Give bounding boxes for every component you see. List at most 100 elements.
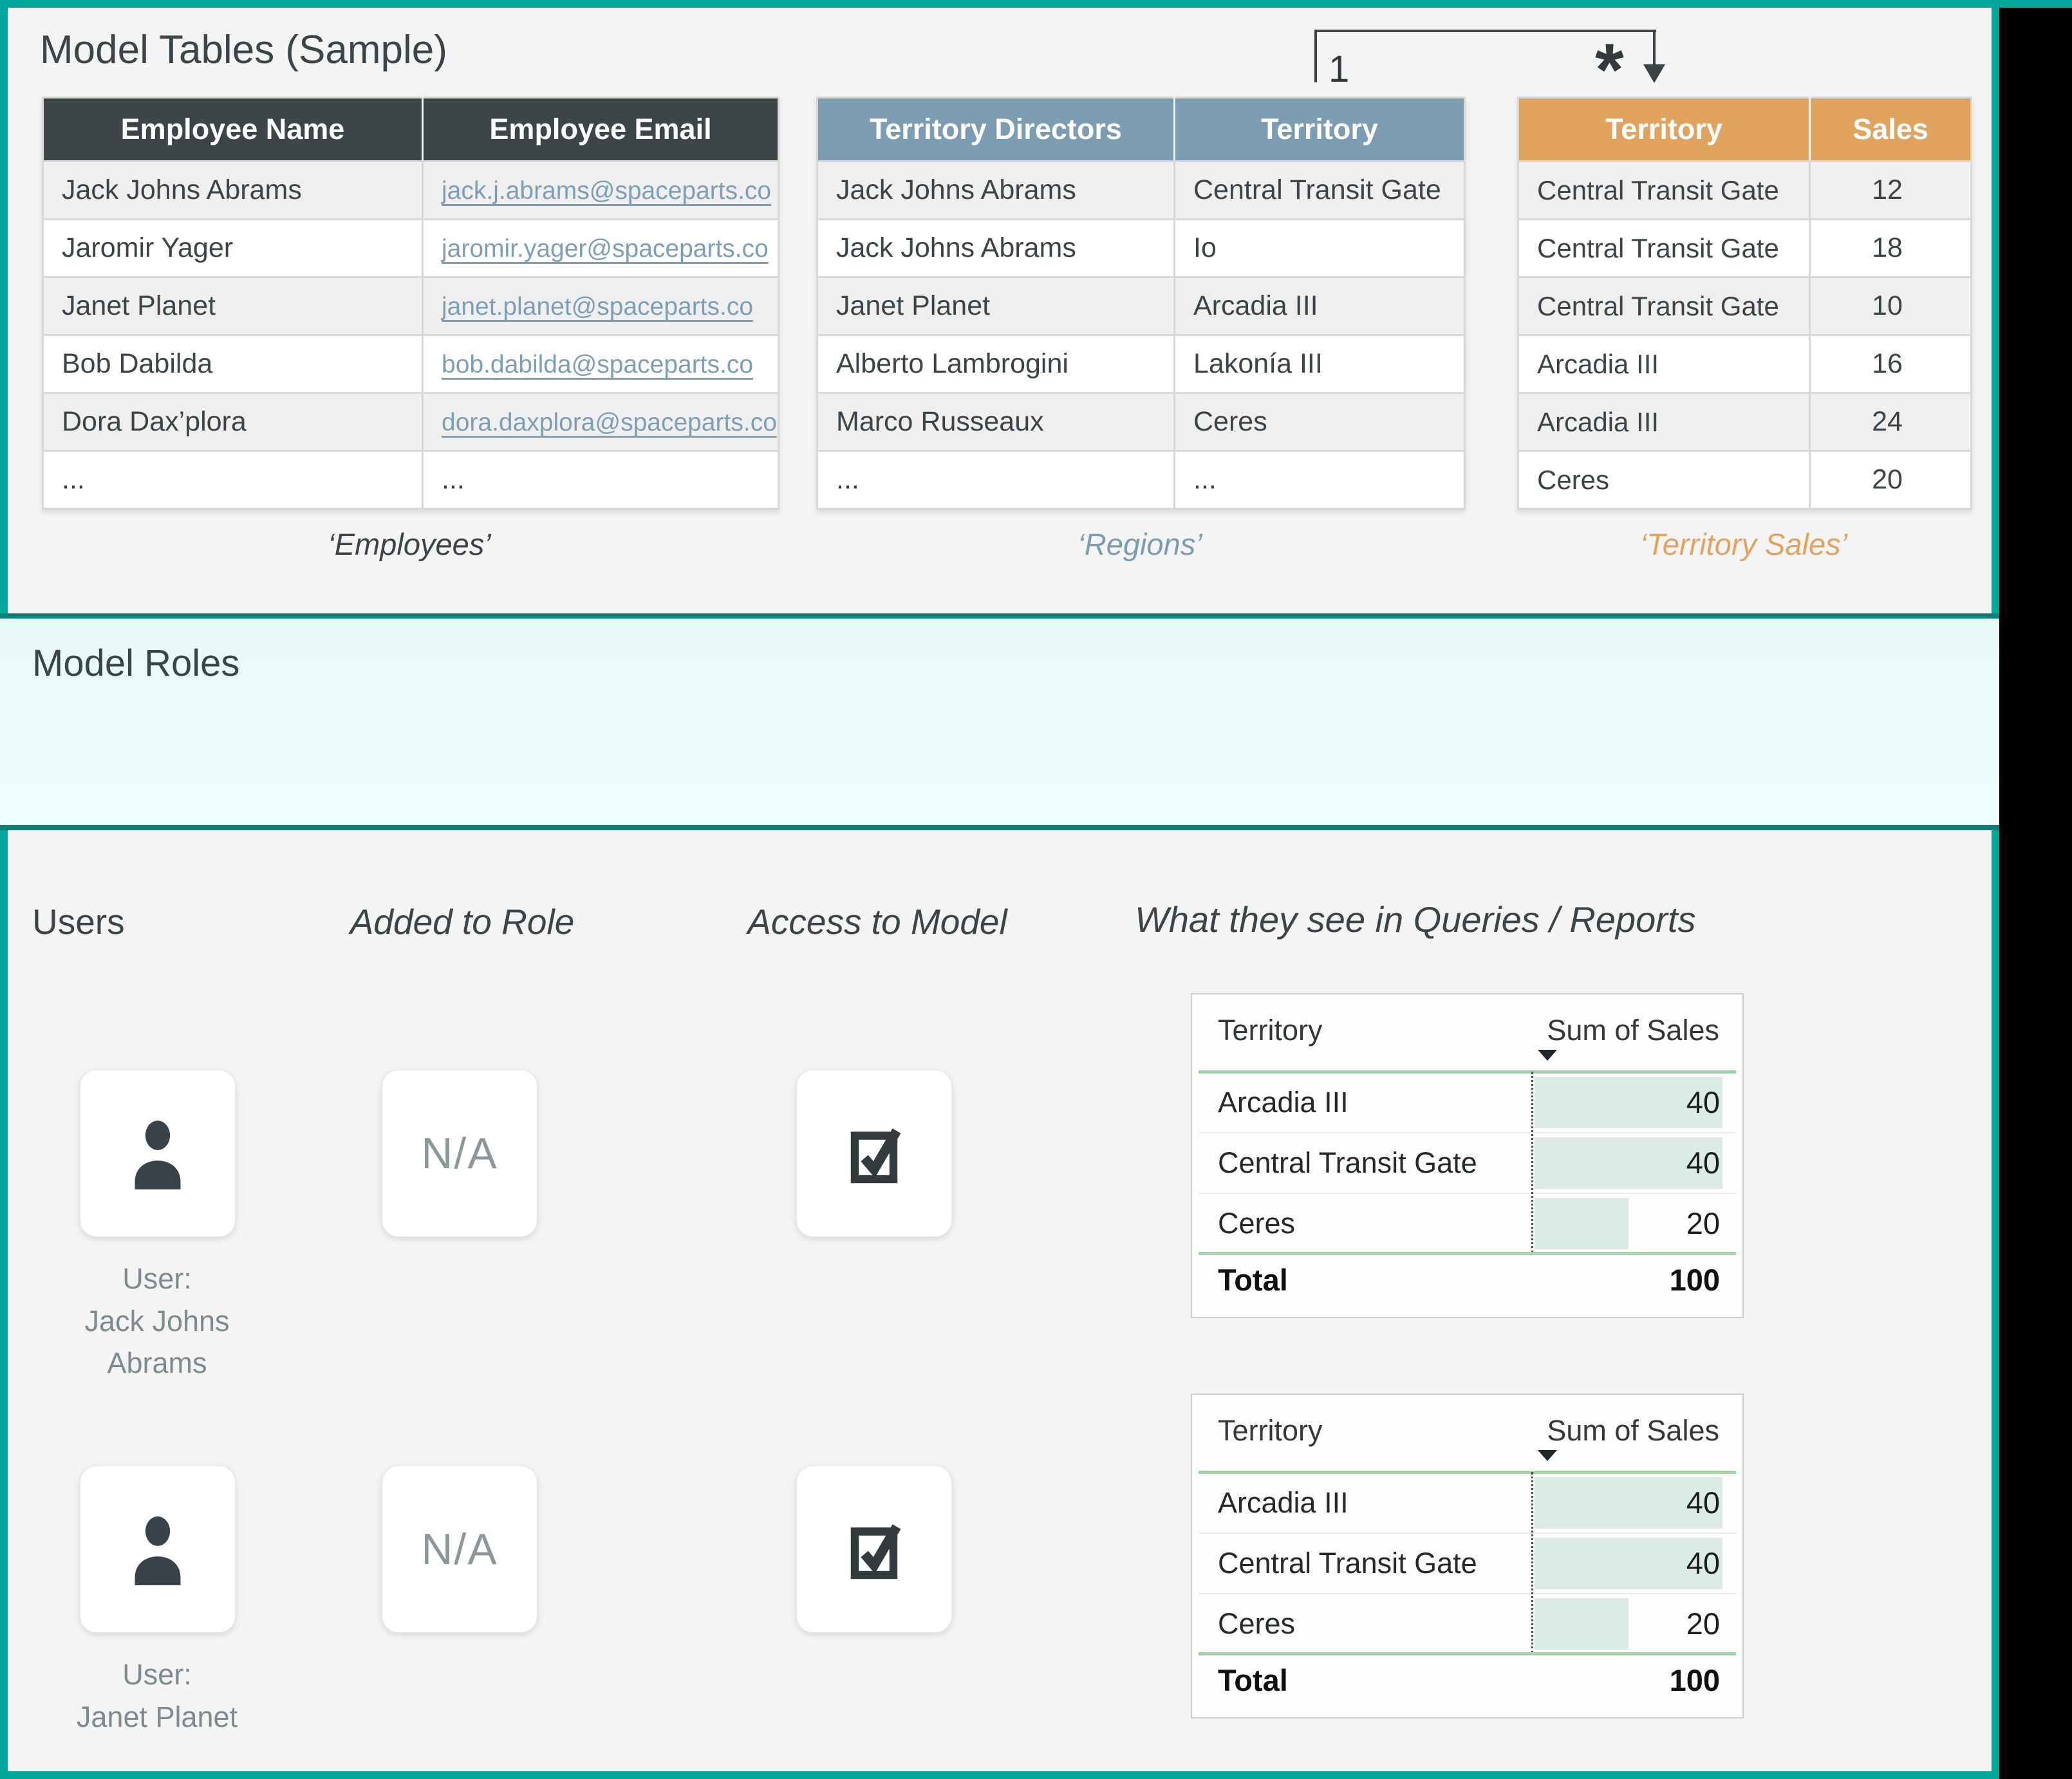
- employee-email-cell: dora.daxplora@spaceparts.co: [423, 393, 779, 451]
- email-link[interactable]: jack.j.abrams@spaceparts.co: [442, 177, 771, 205]
- email-link[interactable]: dora.daxplora@spaceparts.co: [442, 409, 777, 436]
- territory-cell: Arcadia III: [1518, 393, 1810, 451]
- report-col-sum-of-sales: Sum of Sales: [1547, 1014, 1719, 1047]
- report-territory: Central Transit Gate: [1218, 1534, 1477, 1593]
- report-total-label: Total: [1218, 1663, 1288, 1698]
- reports-column-header: What they see in Queries / Reports: [1135, 899, 1696, 940]
- report-territory: Arcadia III: [1218, 1473, 1349, 1532]
- employees-table: Employee Name Employee Email Jack Johns …: [42, 97, 779, 510]
- report-col-territory: Territory: [1218, 1014, 1323, 1047]
- access-to-model-card-janet: [796, 1466, 952, 1633]
- model-tables-title: Model Tables (Sample): [40, 27, 447, 73]
- added-to-role-card-janet: N/A: [382, 1466, 537, 1633]
- user-card-jack: [80, 1070, 236, 1237]
- relationship-line-many-end: [1653, 30, 1656, 67]
- report-col-territory: Territory: [1218, 1414, 1323, 1448]
- territory-cell: Central Transit Gate: [1175, 162, 1465, 219]
- data-bar: [1535, 1598, 1629, 1650]
- table-row: Central Transit Gate 18: [1518, 219, 1972, 277]
- territory-sales-table: Territory Sales Central Transit Gate 12 …: [1517, 97, 1972, 510]
- table-row: Alberto Lambrogini Lakonía III: [817, 335, 1465, 393]
- checked-checkbox-icon: [846, 1121, 902, 1186]
- ellipsis-cell: ...: [1175, 451, 1465, 509]
- na-label: N/A: [421, 1524, 498, 1574]
- employees-col-email: Employee Email: [423, 98, 779, 162]
- regions-col-territory: Territory: [1175, 98, 1465, 162]
- access-to-model-column-header: Access to Model: [684, 901, 1070, 942]
- sales-cell: 18: [1810, 219, 1972, 277]
- employee-email-cell: bob.dabilda@spaceparts.co: [423, 335, 779, 393]
- table-row: Janet Planet Arcadia III: [817, 277, 1465, 335]
- report-territory: Ceres: [1218, 1594, 1295, 1653]
- employee-name-cell: Jack Johns Abrams: [43, 162, 423, 219]
- employee-email-cell: janet.planet@spaceparts.co: [423, 277, 779, 335]
- report-table-janet: Territory Sum of Sales Arcadia III 40 Ce…: [1191, 1393, 1744, 1718]
- report-territory: Central Transit Gate: [1218, 1133, 1477, 1193]
- territory-cell: Central Transit Gate: [1518, 219, 1810, 277]
- user-icon: [122, 1114, 194, 1193]
- territory-cell: Arcadia III: [1518, 335, 1810, 393]
- report-territory: Ceres: [1218, 1194, 1295, 1253]
- sales-cell: 12: [1810, 162, 1972, 219]
- report-sales-value: 40: [1686, 1473, 1720, 1532]
- report-total-value: 100: [1670, 1663, 1720, 1698]
- diagram-frame: Model Tables (Sample) Employee Name Empl…: [0, 0, 1999, 1779]
- director-cell: Marco Russeaux: [817, 393, 1175, 451]
- regions-caption: ‘Regions’: [915, 526, 1365, 562]
- report-row: Arcadia III 40: [1192, 1473, 1742, 1532]
- user-caption-line: User:: [22, 1653, 292, 1696]
- relationship-line-one-end: [1314, 30, 1317, 82]
- report-territory: Arcadia III: [1218, 1073, 1349, 1132]
- report-sales-value: 20: [1686, 1594, 1720, 1653]
- email-link[interactable]: jaromir.yager@spaceparts.co: [442, 235, 769, 263]
- user-caption-janet: User: Janet Planet: [22, 1653, 292, 1738]
- report-total-value: 100: [1670, 1262, 1720, 1298]
- employees-col-name: Employee Name: [43, 98, 423, 162]
- table-row: Central Transit Gate 10: [1518, 277, 1972, 335]
- ellipsis-cell: ...: [817, 451, 1175, 509]
- employee-name-cell: Dora Dax’plora: [43, 393, 423, 451]
- report-row: Central Transit Gate 40: [1192, 1534, 1742, 1593]
- employees-caption: ‘Employees’: [184, 526, 635, 562]
- na-label: N/A: [421, 1128, 498, 1178]
- user-card-janet: [80, 1466, 236, 1633]
- employee-name-cell: Bob Dabilda: [43, 335, 423, 393]
- data-bar: [1535, 1198, 1629, 1249]
- employee-email-cell: jack.j.abrams@spaceparts.co: [423, 162, 779, 219]
- ellipsis-cell: ...: [43, 451, 423, 509]
- table-row: Central Transit Gate 12: [1518, 162, 1972, 219]
- column-divider-dotted: [1531, 1072, 1533, 1253]
- territory-cell: Io: [1175, 219, 1465, 277]
- report-col-sum-of-sales: Sum of Sales: [1547, 1414, 1719, 1448]
- employee-email-cell: jaromir.yager@spaceparts.co: [423, 219, 779, 277]
- table-row: Ceres 20: [1518, 451, 1972, 509]
- sales-cell: 20: [1810, 451, 1972, 509]
- added-to-role-column-header: Added to Role: [269, 901, 655, 942]
- report-sales-value: 20: [1686, 1194, 1720, 1253]
- report-row: Central Transit Gate 40: [1192, 1133, 1742, 1193]
- user-caption-line: Janet Planet: [22, 1696, 292, 1738]
- territory-cell: Ceres: [1518, 451, 1810, 509]
- sort-descending-icon[interactable]: [1538, 1050, 1557, 1061]
- table-row-ellipsis: ... ...: [817, 451, 1465, 509]
- director-cell: Jack Johns Abrams: [817, 162, 1175, 219]
- users-column-header: Users: [32, 901, 125, 942]
- email-link[interactable]: janet.planet@spaceparts.co: [442, 293, 753, 321]
- model-roles-band: Model Roles: [0, 613, 1999, 830]
- territory-cell: Ceres: [1175, 393, 1465, 451]
- table-row: Dora Dax’plora dora.daxplora@spaceparts.…: [43, 393, 779, 451]
- table-row: Marco Russeaux Ceres: [817, 393, 1465, 451]
- total-rule: [1199, 1252, 1736, 1255]
- sort-descending-icon[interactable]: [1538, 1450, 1557, 1461]
- table-row: Arcadia III 24: [1518, 393, 1972, 451]
- report-total-label: Total: [1218, 1262, 1288, 1298]
- regions-table: Territory Directors Territory Jack Johns…: [816, 97, 1466, 510]
- report-sales-value: 40: [1686, 1133, 1720, 1193]
- email-link[interactable]: bob.dabilda@spaceparts.co: [442, 351, 753, 378]
- user-caption-line: Abrams: [22, 1342, 292, 1384]
- relationship-one-label: 1: [1329, 48, 1349, 91]
- report-row: Ceres 20: [1192, 1194, 1742, 1253]
- director-cell: Alberto Lambrogini: [817, 335, 1175, 393]
- sales-cell: 10: [1810, 277, 1972, 335]
- report-sales-value: 40: [1686, 1534, 1720, 1593]
